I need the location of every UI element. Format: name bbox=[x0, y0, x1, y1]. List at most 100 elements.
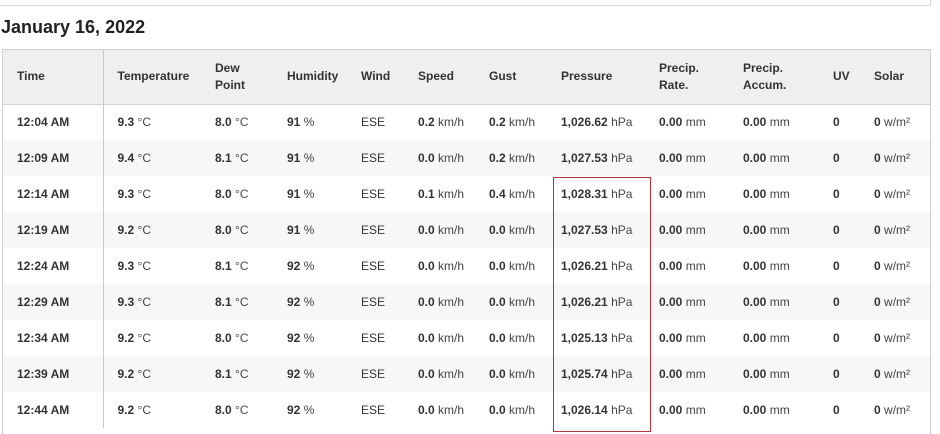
cell-gust-value: 0.4 bbox=[489, 187, 506, 201]
cell-speed-unit: km/h bbox=[438, 259, 465, 273]
cell-precip-rate-unit: mm bbox=[685, 295, 706, 309]
cell-temperature-unit: °C bbox=[137, 403, 151, 417]
cell-humidity: 92 % bbox=[273, 320, 347, 356]
cell-precip-accum-value: 0.00 bbox=[743, 403, 767, 417]
cell-humidity-value: 92 bbox=[287, 295, 301, 309]
header-dew-point[interactable]: Dew Point bbox=[201, 50, 273, 104]
cell-precip-accum-value: 0.00 bbox=[743, 367, 767, 381]
cell-wind: ESE bbox=[361, 295, 386, 309]
header-time[interactable]: Time bbox=[3, 50, 104, 104]
cell-humidity-value: 92 bbox=[287, 331, 301, 345]
cell-wind: ESE bbox=[361, 367, 386, 381]
cell-precip-rate-unit: mm bbox=[685, 367, 706, 381]
cell-precip-accum-value: 0.00 bbox=[743, 259, 767, 273]
cell-pressure: 1,027.53 hPa bbox=[547, 212, 645, 248]
cell-uv-value: 0 bbox=[833, 115, 840, 130]
cell-gust-value: 0.0 bbox=[489, 259, 506, 273]
header-temperature[interactable]: Temperature bbox=[103, 50, 201, 104]
cell-dew-point-value: 8.0 bbox=[215, 331, 232, 345]
cell-pressure: 1,027.53 hPa bbox=[547, 140, 645, 176]
cell-precip-rate-value: 0.00 bbox=[659, 223, 683, 237]
cell-uv: 0 bbox=[819, 140, 860, 176]
cell-gust: 0.4 km/h bbox=[475, 176, 547, 212]
cell-precip-accum-unit: mm bbox=[769, 187, 790, 201]
cell-temperature: 9.2 °C bbox=[103, 392, 201, 428]
cell-temperature: 9.3 °C bbox=[103, 284, 201, 320]
cell-humidity-value: 92 bbox=[287, 403, 301, 417]
cell-humidity-unit: % bbox=[303, 367, 315, 381]
cell-pressure: 1,025.74 hPa bbox=[547, 356, 645, 392]
cell-temperature-value: 9.4 bbox=[117, 151, 135, 165]
cell-solar-unit: w/m² bbox=[884, 259, 911, 273]
cell-pressure-unit: hPa bbox=[611, 403, 633, 417]
cell-dew-point-value: 8.1 bbox=[215, 259, 232, 273]
header-solar[interactable]: Solar bbox=[860, 50, 930, 104]
header-gust[interactable]: Gust bbox=[475, 50, 547, 104]
cell-precip-accum: 0.00 mm bbox=[729, 248, 819, 284]
cell-precip-rate: 0.00 mm bbox=[645, 284, 729, 320]
cell-precip-rate: 0.00 mm bbox=[645, 212, 729, 248]
cell-solar-unit: w/m² bbox=[884, 187, 911, 201]
cell-solar: 0 w/m² bbox=[860, 284, 930, 320]
cell-gust-value: 0.2 bbox=[489, 151, 506, 165]
cell-pressure: 1,025.13 hPa bbox=[547, 320, 645, 356]
cell-humidity: 91 % bbox=[273, 212, 347, 248]
table-row: 12:34 AM 9.2 °C 8.0 °C 92 % ESE 0.0 km/h 0.0 k… bbox=[3, 320, 930, 356]
cell-humidity-value: 92 bbox=[287, 367, 301, 381]
cell-dew-point-unit: °C bbox=[235, 151, 249, 165]
cell-precip-accum: 0.00 mm bbox=[729, 176, 819, 212]
table-row: 12:39 AM 9.2 °C 8.1 °C 92 % ESE 0.0 km/h 0.0 k… bbox=[3, 356, 930, 392]
cell-uv: 0 bbox=[819, 104, 860, 140]
cell-precip-accum-unit: mm bbox=[769, 115, 790, 130]
table-row: 12:19 AM 9.2 °C 8.0 °C 91 % ESE 0.0 km/h 0.0 k… bbox=[3, 212, 930, 248]
cell-speed-unit: km/h bbox=[438, 367, 465, 381]
cell-pressure-unit: hPa bbox=[611, 151, 633, 165]
cell-dew-point-unit: °C bbox=[235, 259, 249, 273]
cell-solar-value: 0 bbox=[874, 331, 881, 345]
cell-solar: 0 w/m² bbox=[860, 356, 930, 392]
cell-precip-accum-unit: mm bbox=[769, 259, 790, 273]
cell-humidity-unit: % bbox=[303, 331, 315, 345]
cell-temperature-unit: °C bbox=[137, 187, 151, 201]
cell-precip-rate: 0.00 mm bbox=[645, 140, 729, 176]
cell-precip-accum-unit: mm bbox=[769, 331, 790, 345]
cell-pressure: 1,026.62 hPa bbox=[547, 104, 645, 140]
cell-solar-value: 0 bbox=[874, 367, 881, 381]
header-uv[interactable]: UV bbox=[819, 50, 860, 104]
header-pressure[interactable]: Pressure bbox=[547, 50, 645, 104]
cell-precip-rate-value: 0.00 bbox=[659, 259, 683, 273]
header-speed[interactable]: Speed bbox=[404, 50, 475, 104]
cell-solar-unit: w/m² bbox=[884, 331, 911, 345]
cell-gust-unit: km/h bbox=[509, 295, 536, 309]
cell-humidity: 91 % bbox=[273, 140, 347, 176]
cell-pressure-value: 1,026.62 bbox=[561, 115, 608, 130]
cell-time: 12:44 AM bbox=[3, 392, 104, 428]
cell-humidity-unit: % bbox=[303, 187, 315, 201]
cell-solar-unit: w/m² bbox=[884, 151, 911, 165]
cell-wind: ESE bbox=[361, 187, 386, 201]
cell-temperature: 9.3 °C bbox=[103, 248, 201, 284]
cell-precip-rate: 0.00 mm bbox=[645, 320, 729, 356]
cell-temperature-unit: °C bbox=[137, 151, 151, 165]
cell-dew-point-value: 8.1 bbox=[215, 295, 232, 309]
cell-precip-rate-unit: mm bbox=[685, 187, 706, 201]
cell-wind: ESE bbox=[361, 115, 386, 130]
cell-uv-value: 0 bbox=[833, 187, 840, 201]
cell-uv-value: 0 bbox=[833, 259, 840, 273]
cell-pressure: 1,026.14 hPa bbox=[547, 392, 645, 428]
page-title: January 16, 2022 bbox=[1, 17, 146, 37]
cell-solar: 0 w/m² bbox=[860, 320, 930, 356]
cell-wind: ESE bbox=[361, 151, 386, 165]
cell-temperature-value: 9.2 bbox=[117, 367, 135, 381]
header-precip-rate[interactable]: Precip. Rate. bbox=[645, 50, 729, 104]
cell-solar-value: 0 bbox=[874, 295, 881, 309]
header-precip-accum[interactable]: Precip. Accum. bbox=[729, 50, 819, 104]
cell-uv-value: 0 bbox=[833, 367, 840, 381]
cell-humidity-value: 91 bbox=[287, 151, 301, 165]
header-humidity[interactable]: Humidity bbox=[273, 50, 347, 104]
cell-precip-accum-value: 0.00 bbox=[743, 223, 767, 237]
cell-solar-value: 0 bbox=[874, 223, 881, 237]
cell-speed-unit: km/h bbox=[438, 295, 465, 309]
cell-precip-rate-unit: mm bbox=[685, 151, 706, 165]
header-wind[interactable]: Wind bbox=[347, 50, 404, 104]
